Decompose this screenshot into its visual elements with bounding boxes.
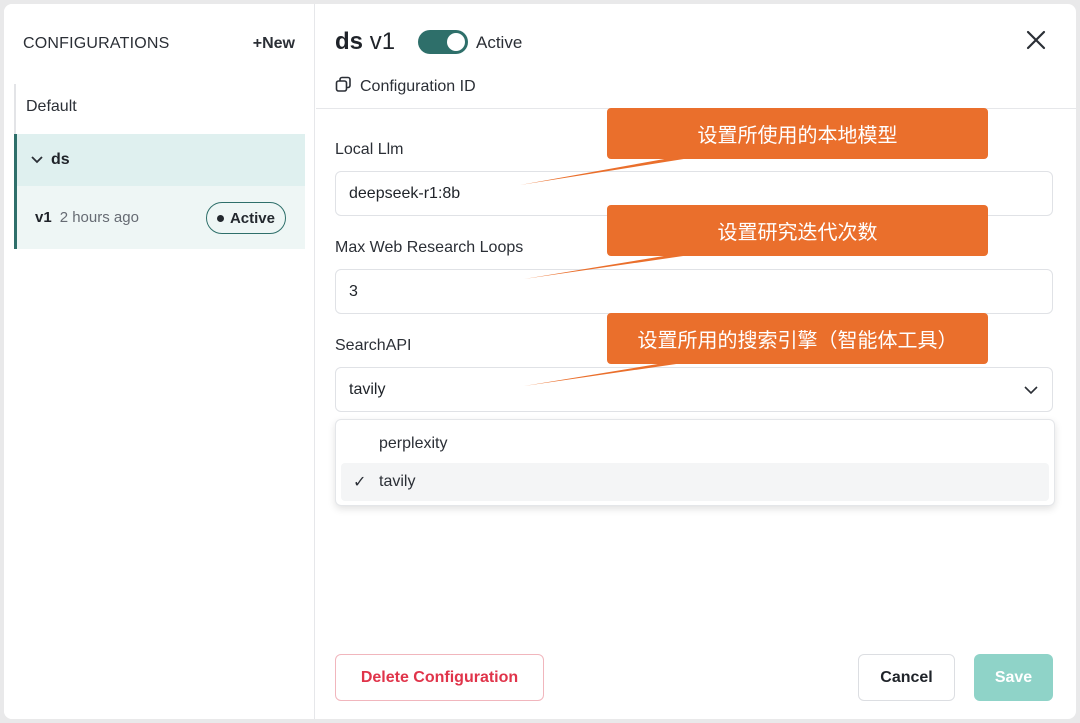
active-toggle[interactable]: [418, 30, 468, 54]
search-api-value: tavily: [349, 380, 386, 398]
option-label: tavily: [379, 473, 416, 490]
annotation-local-model: 设置所使用的本地模型: [607, 108, 988, 159]
version-label: v1: [35, 209, 52, 226]
dropdown-option-tavily[interactable]: ✓ tavily: [341, 463, 1049, 501]
version-time: 2 hours ago: [59, 209, 139, 226]
title-version: v1: [369, 28, 396, 55]
sidebar-title: CONFIGURATIONS: [23, 35, 170, 52]
status-dot-icon: [216, 214, 224, 222]
delete-configuration-button[interactable]: Delete Configuration: [335, 654, 544, 701]
close-icon[interactable]: [1024, 28, 1048, 52]
configuration-id-button[interactable]: Configuration ID: [335, 76, 476, 98]
dropdown-option-perplexity[interactable]: perplexity: [341, 425, 1049, 463]
local-llm-label: Local Llm: [335, 141, 404, 158]
sidebar-item-ds-label: ds: [51, 151, 70, 168]
title-name: ds: [335, 28, 364, 55]
sidebar-header: CONFIGURATIONS +New: [23, 34, 295, 54]
option-label: perplexity: [379, 435, 448, 452]
annotation-research-loops: 设置研究迭代次数: [607, 205, 988, 256]
active-toggle-label: Active: [476, 33, 523, 52]
sidebar-item-default[interactable]: Default: [26, 98, 77, 116]
chevron-down-icon: [31, 153, 43, 167]
toggle-knob: [447, 33, 465, 51]
status-badge-label: Active: [229, 209, 275, 227]
max-loops-value: 3: [349, 282, 358, 300]
annotation-search-engine: 设置所用的搜索引擎（智能体工具）: [607, 313, 988, 364]
search-api-label: SearchAPI: [335, 337, 412, 354]
cancel-button[interactable]: Cancel: [858, 654, 955, 701]
save-button[interactable]: Save: [974, 654, 1053, 701]
configuration-id-label: Configuration ID: [360, 78, 476, 95]
search-api-dropdown: perplexity ✓ tavily: [335, 419, 1055, 506]
local-llm-value: deepseek-r1:8b: [349, 184, 461, 202]
check-icon: ✓: [353, 474, 367, 491]
sidebar-version-v1[interactable]: v1 2 hours ago Active: [14, 186, 305, 249]
max-loops-label: Max Web Research Loops: [335, 239, 524, 256]
sidebar: CONFIGURATIONS +New Default ds v1 2 hour…: [4, 4, 315, 719]
new-configuration-button[interactable]: +New: [253, 35, 295, 53]
max-loops-input[interactable]: 3: [335, 269, 1053, 314]
copy-icon: [335, 76, 360, 98]
search-api-select[interactable]: tavily: [335, 367, 1053, 412]
status-badge: Active: [205, 202, 286, 234]
page-title: ds v1: [335, 28, 395, 56]
chevron-down-icon: [1024, 382, 1038, 400]
sidebar-item-ds[interactable]: ds: [14, 134, 305, 186]
